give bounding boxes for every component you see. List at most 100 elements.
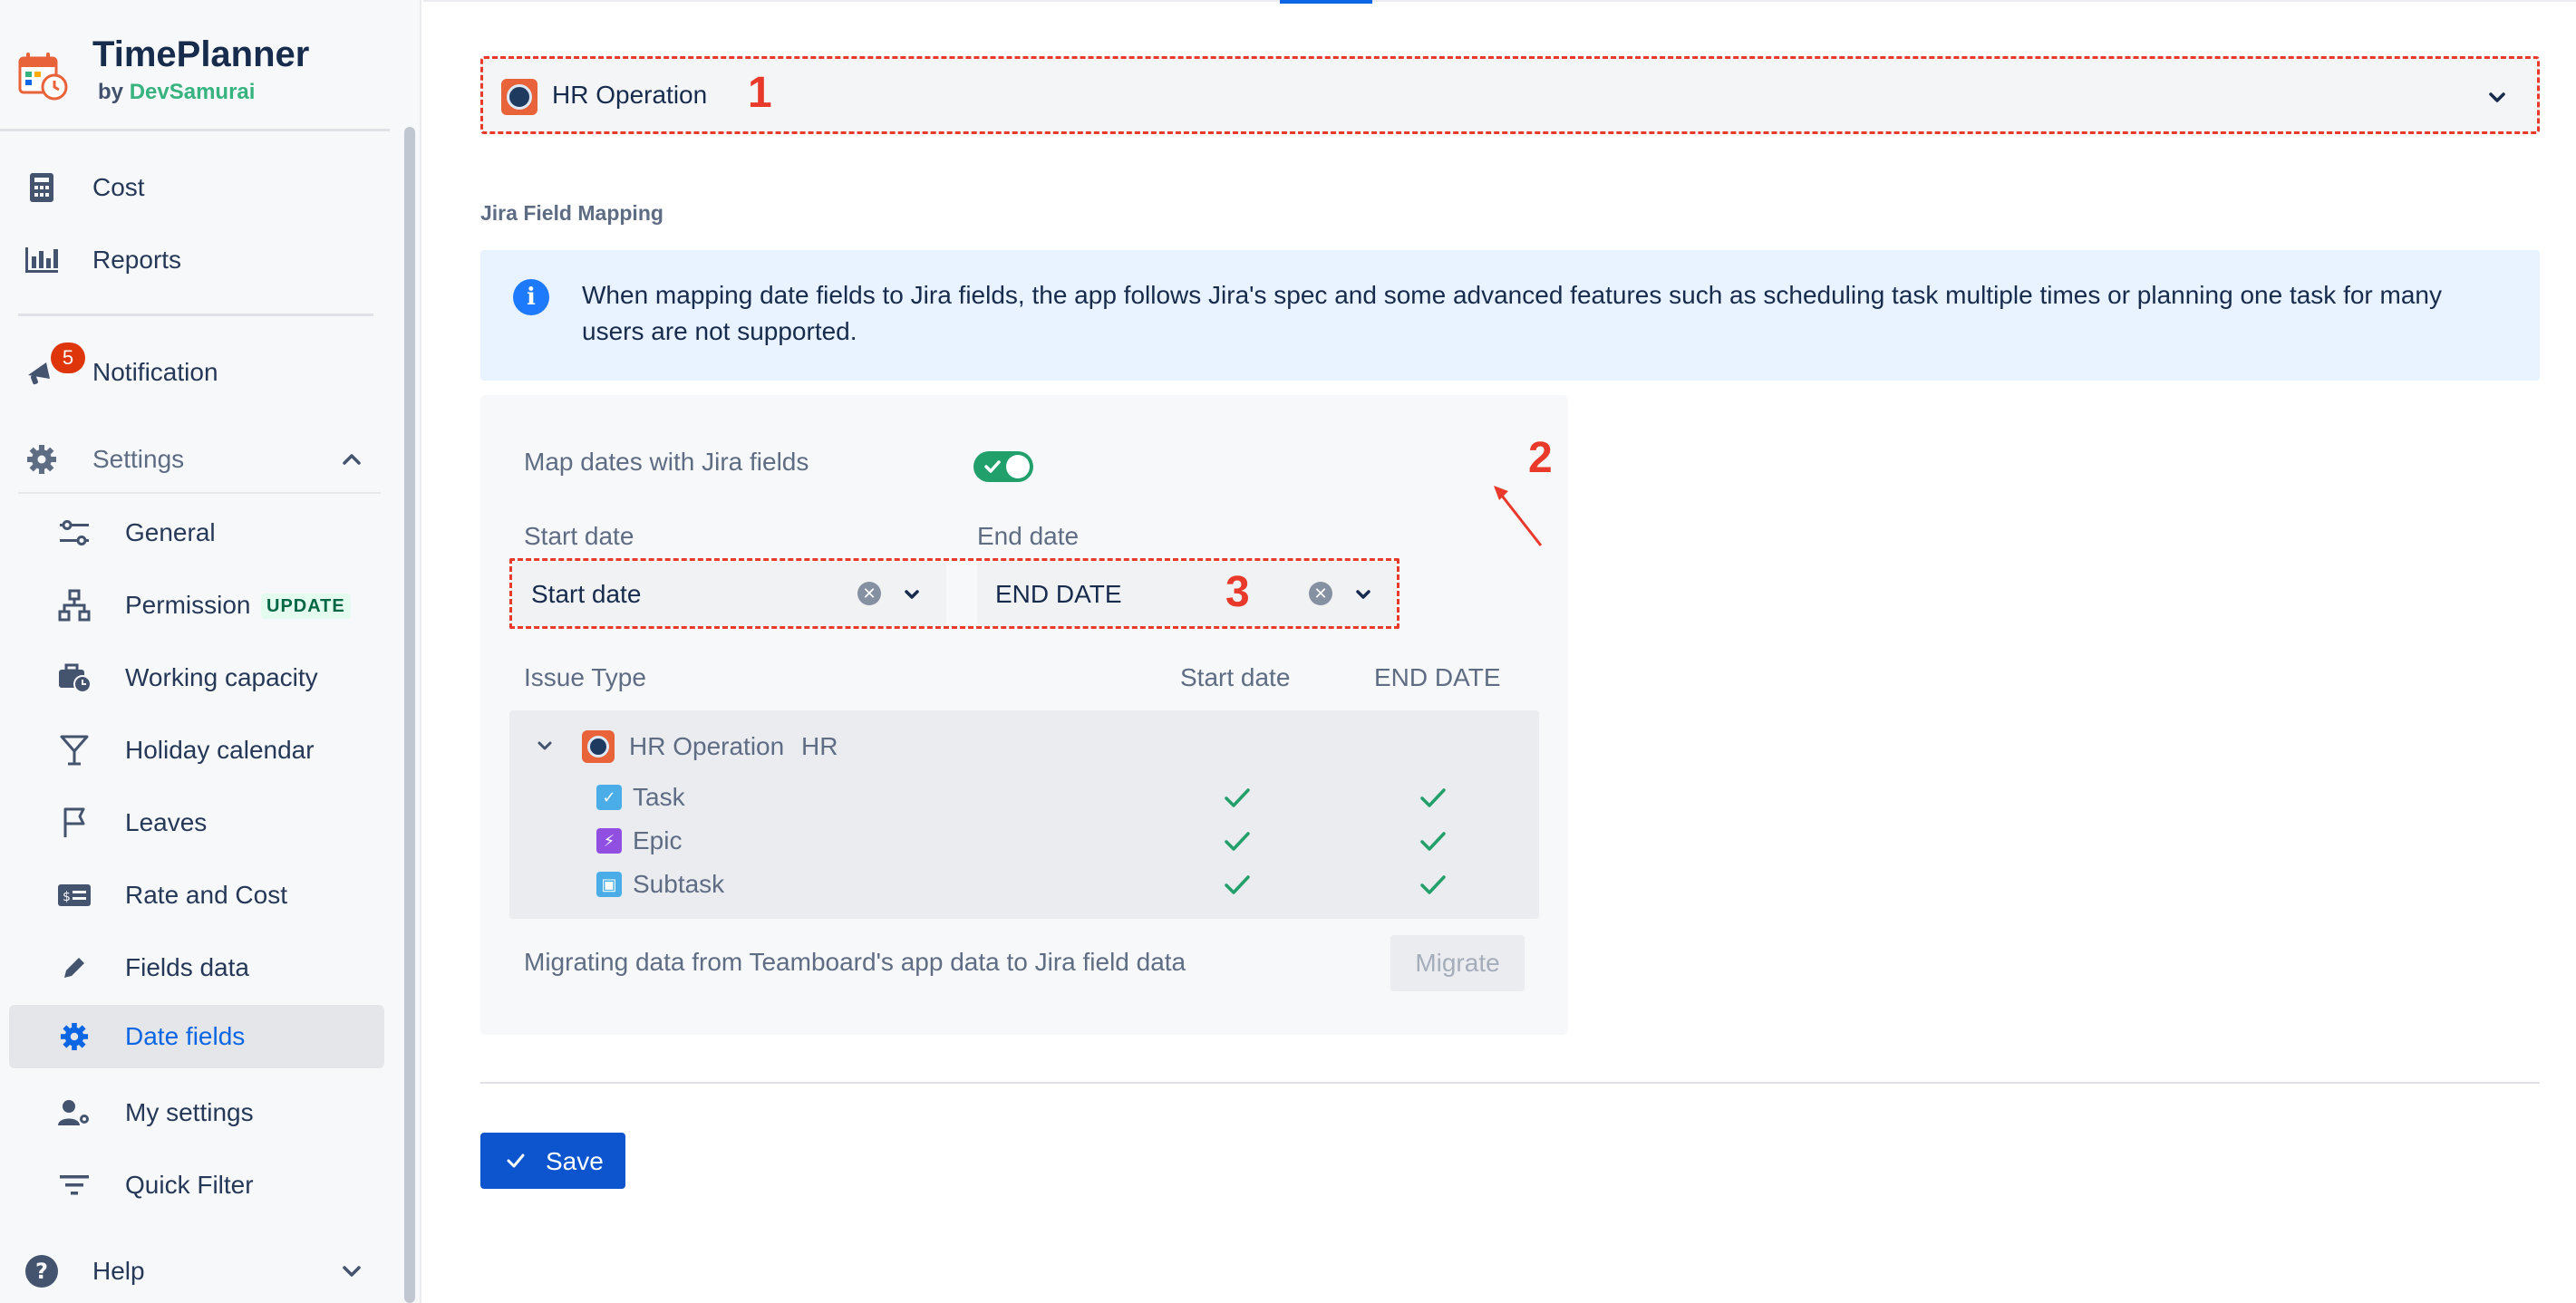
sidebar-scrollbar[interactable] <box>404 127 415 1303</box>
column-header-issue-type: Issue Type <box>524 663 646 691</box>
column-header-start-date: Start date <box>1180 663 1291 691</box>
sidebar-divider <box>0 129 390 131</box>
sidebar-item-label: Reports <box>92 246 182 274</box>
end-date-value: END DATE <box>995 580 1122 608</box>
chevron-down-icon <box>2489 92 2505 102</box>
project-row-key: HR <box>801 732 838 760</box>
sidebar-item-label: Settings <box>92 445 185 473</box>
save-button-label: Save <box>546 1147 604 1175</box>
reports-icon <box>24 242 60 278</box>
sidebar-item-label: Working capacity <box>125 663 318 691</box>
tab-indicator <box>1280 0 1372 4</box>
sidebar-item-label: Quick Filter <box>125 1171 254 1199</box>
user-gear-icon <box>56 1095 92 1131</box>
sidebar-item-general[interactable]: General <box>0 501 399 565</box>
sidebar-item-label: Date fields <box>125 1022 246 1050</box>
sidebar-item-working-capacity[interactable]: Working capacity <box>0 646 399 709</box>
clear-icon[interactable]: ✕ <box>857 582 881 605</box>
sidebar-item-my-settings[interactable]: My settings <box>0 1081 399 1144</box>
check-icon <box>1225 832 1250 851</box>
form-divider <box>480 1082 2540 1084</box>
project-select[interactable]: HR Operation 1 <box>480 56 2540 134</box>
sidebar-item-label: Permission <box>125 591 251 619</box>
notification-count-badge: 5 <box>51 343 85 373</box>
sidebar-item-reports[interactable]: Reports <box>0 228 399 292</box>
end-date-select[interactable]: END DATE ✕ <box>977 562 1396 625</box>
start-date-value: Start date <box>531 580 642 608</box>
pencil-icon <box>56 950 92 986</box>
sidebar-item-label: Holiday calendar <box>125 736 315 764</box>
chevron-down-icon[interactable] <box>535 736 555 756</box>
chevron-down-icon[interactable] <box>1352 584 1374 605</box>
migrate-button[interactable]: Migrate <box>1390 935 1525 991</box>
svg-text:$: $ <box>63 890 71 904</box>
table-row-label: Subtask <box>633 870 725 898</box>
sidebar-item-label: Fields data <box>125 953 249 981</box>
chevron-up-icon[interactable] <box>339 447 364 472</box>
gear-icon <box>56 1018 92 1055</box>
info-icon: i <box>513 279 549 315</box>
annotation-2: 2 <box>1528 434 1553 482</box>
check-icon <box>507 1153 525 1168</box>
sidebar-item-cost[interactable]: Cost <box>0 156 399 219</box>
end-date-label: End date <box>977 522 1080 550</box>
clear-icon[interactable]: ✕ <box>1309 582 1332 605</box>
project-select-value: HR Operation <box>552 81 708 109</box>
section-title: Jira Field Mapping <box>480 201 663 225</box>
sidebar-item-label: Rate and Cost <box>125 881 287 909</box>
task-icon: ✓ <box>596 785 622 810</box>
check-icon <box>1225 875 1250 894</box>
sidebar-item-rate-and-cost[interactable]: $ Rate and Cost <box>0 864 399 927</box>
info-banner: i When mapping date fields to Jira field… <box>480 250 2540 381</box>
map-dates-toggle[interactable] <box>973 451 1033 482</box>
sidebar-item-date-fields[interactable]: Date fields <box>9 1005 384 1068</box>
sidebar-item-holiday-calendar[interactable]: Holiday calendar <box>0 719 399 782</box>
sliders-icon <box>56 515 92 551</box>
sidebar-item-label: Help <box>92 1257 145 1285</box>
project-avatar-icon <box>501 79 537 115</box>
start-date-label: Start date <box>524 522 634 550</box>
app-byline: by DevSamurai <box>98 76 309 109</box>
toggle-knob <box>1006 455 1030 478</box>
project-avatar-icon <box>582 730 615 763</box>
save-button[interactable]: Save <box>480 1133 625 1189</box>
chevron-down-icon[interactable] <box>339 1259 364 1284</box>
cost-icon <box>24 169 60 206</box>
sidebar-item-label: Leaves <box>125 808 208 836</box>
sidebar-item-settings[interactable]: Settings <box>0 428 399 491</box>
check-icon <box>1420 832 1446 851</box>
project-row-name: HR Operation <box>629 732 785 760</box>
app-title: TimePlanner <box>92 34 310 74</box>
sidebar: TimePlanner by DevSamurai Cost Reports N… <box>0 0 421 1303</box>
brand[interactable]: TimePlanner by DevSamurai <box>18 33 309 109</box>
filter-icon <box>56 1167 92 1203</box>
money-card-icon: $ <box>56 877 92 913</box>
start-date-select[interactable]: Start date ✕ <box>513 562 946 625</box>
sidebar-item-leaves[interactable]: Leaves <box>0 791 399 854</box>
table-row-label: Epic <box>633 826 683 854</box>
table-row-label: Task <box>633 783 685 811</box>
byline-prefix: by <box>98 80 124 104</box>
sidebar-item-label: My settings <box>125 1098 254 1126</box>
sidebar-item-fields-data[interactable]: Fields data <box>0 936 399 999</box>
update-badge: UPDATE <box>261 594 351 619</box>
top-border <box>423 0 2576 2</box>
check-icon <box>1420 788 1446 807</box>
svg-text:?: ? <box>35 1259 48 1284</box>
check-icon <box>1420 875 1446 894</box>
sidebar-item-quick-filter[interactable]: Quick Filter <box>0 1153 399 1217</box>
briefcase-clock-icon <box>56 660 92 696</box>
sidebar-item-label: Notification <box>92 358 218 386</box>
sidebar-item-label: General <box>125 518 216 546</box>
chevron-down-icon[interactable] <box>901 584 923 605</box>
settings-divider <box>18 492 381 494</box>
map-dates-label: Map dates with Jira fields <box>524 448 809 476</box>
cocktail-glass-icon <box>56 732 92 768</box>
column-header-end-date: END DATE <box>1374 663 1501 691</box>
flag-icon <box>56 805 92 841</box>
annotation-arrow <box>1494 486 1543 546</box>
hierarchy-icon <box>56 587 92 623</box>
sidebar-item-help[interactable]: ? Help <box>0 1240 399 1303</box>
epic-icon: ⚡ <box>596 828 622 854</box>
calendar-clock-logo-icon <box>18 53 68 101</box>
